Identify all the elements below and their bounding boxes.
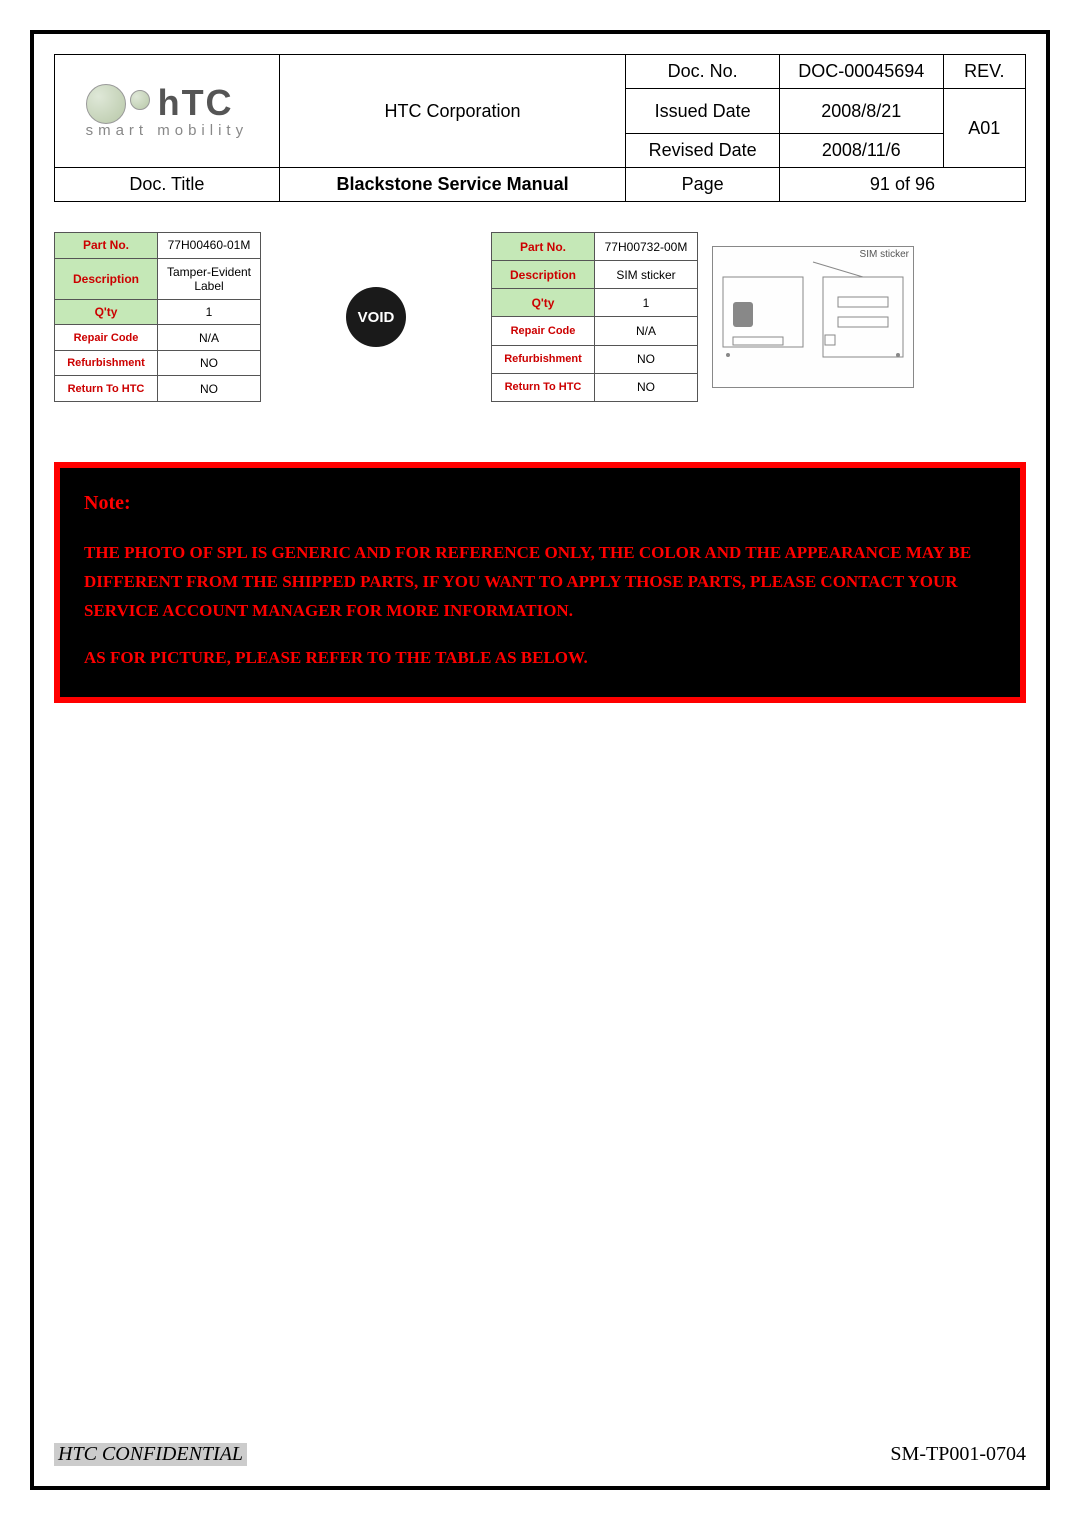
note-body-2: AS FOR PICTURE, PLEASE REFER TO THE TABL… [84,644,996,673]
part-table-2: Part No.77H00732-00M DescriptionSIM stic… [491,232,698,402]
part2-refurb: NO [595,345,698,373]
part2-return: NO [595,373,698,401]
page-value: 91 of 96 [779,168,1025,202]
part2-qty: 1 [595,289,698,317]
part1-desc: Tamper-Evident Label [158,258,261,299]
doctitle-value: Blackstone Service Manual [279,168,626,202]
docno-label: Doc. No. [626,55,780,89]
globe-icon [86,84,126,124]
part2-repair-label: Repair Code [492,317,595,345]
revised-label: Revised Date [626,134,780,168]
part2-desc-label: Description [492,261,595,289]
part2-desc: SIM sticker [595,261,698,289]
part1-partno: 77H00460-01M [158,233,261,259]
doctitle-label: Doc. Title [55,168,280,202]
page-label: Page [626,168,780,202]
footer: HTC CONFIDENTIAL SM-TP001-0704 [54,1443,1026,1466]
part2-refurb-label: Refurbishment [492,345,595,373]
part1-desc-label: Description [55,258,158,299]
rev-value: A01 [943,89,1025,168]
globe-small-icon [130,90,150,110]
parts-row: Part No.77H00460-01M DescriptionTamper-E… [54,232,1026,402]
note-box: Note: THE PHOTO OF SPL IS GENERIC AND FO… [54,462,1026,703]
issued-label: Issued Date [626,89,780,134]
part2-partno-label: Part No. [492,233,595,261]
part1-refurb: NO [158,350,261,376]
logo-text: hTC [158,82,234,124]
part2-partno: 77H00732-00M [595,233,698,261]
document-page: hTC smart mobility HTC Corporation Doc. … [30,30,1050,1490]
part1-qty-label: Q'ty [55,299,158,325]
part1-repair-label: Repair Code [55,325,158,351]
part1-repair: N/A [158,325,261,351]
part2-qty-label: Q'ty [492,289,595,317]
part1-return-label: Return To HTC [55,376,158,402]
htc-logo: hTC smart mobility [86,82,249,139]
revised-value: 2008/11/6 [779,134,943,168]
part1-qty: 1 [158,299,261,325]
company-name: HTC Corporation [279,55,626,168]
issued-value: 2008/8/21 [779,89,943,134]
part2-image: SIM sticker [708,232,918,402]
part1-image: VOID [271,232,481,402]
part1-return: NO [158,376,261,402]
doc-reference: SM-TP001-0704 [890,1443,1026,1466]
part2-return-label: Return To HTC [492,373,595,401]
logo-cell: hTC smart mobility [55,55,280,168]
confidential-label: HTC CONFIDENTIAL [54,1443,247,1466]
void-label-icon: VOID [346,287,406,347]
part2-repair: N/A [595,317,698,345]
note-body-1: THE PHOTO OF SPL IS GENERIC AND FOR REFE… [84,539,996,626]
logo-tagline: smart mobility [86,122,249,139]
part1-partno-label: Part No. [55,233,158,259]
part1-refurb-label: Refurbishment [55,350,158,376]
sim-diagram-svg [713,247,913,387]
part-table-1: Part No.77H00460-01M DescriptionTamper-E… [54,232,261,402]
sim-diagram-label: SIM sticker [860,249,909,260]
sim-sticker-diagram: SIM sticker [712,246,914,388]
note-title: Note: [84,492,996,515]
header-table: hTC smart mobility HTC Corporation Doc. … [54,54,1026,202]
rev-label: REV. [943,55,1025,89]
docno-value: DOC-00045694 [779,55,943,89]
